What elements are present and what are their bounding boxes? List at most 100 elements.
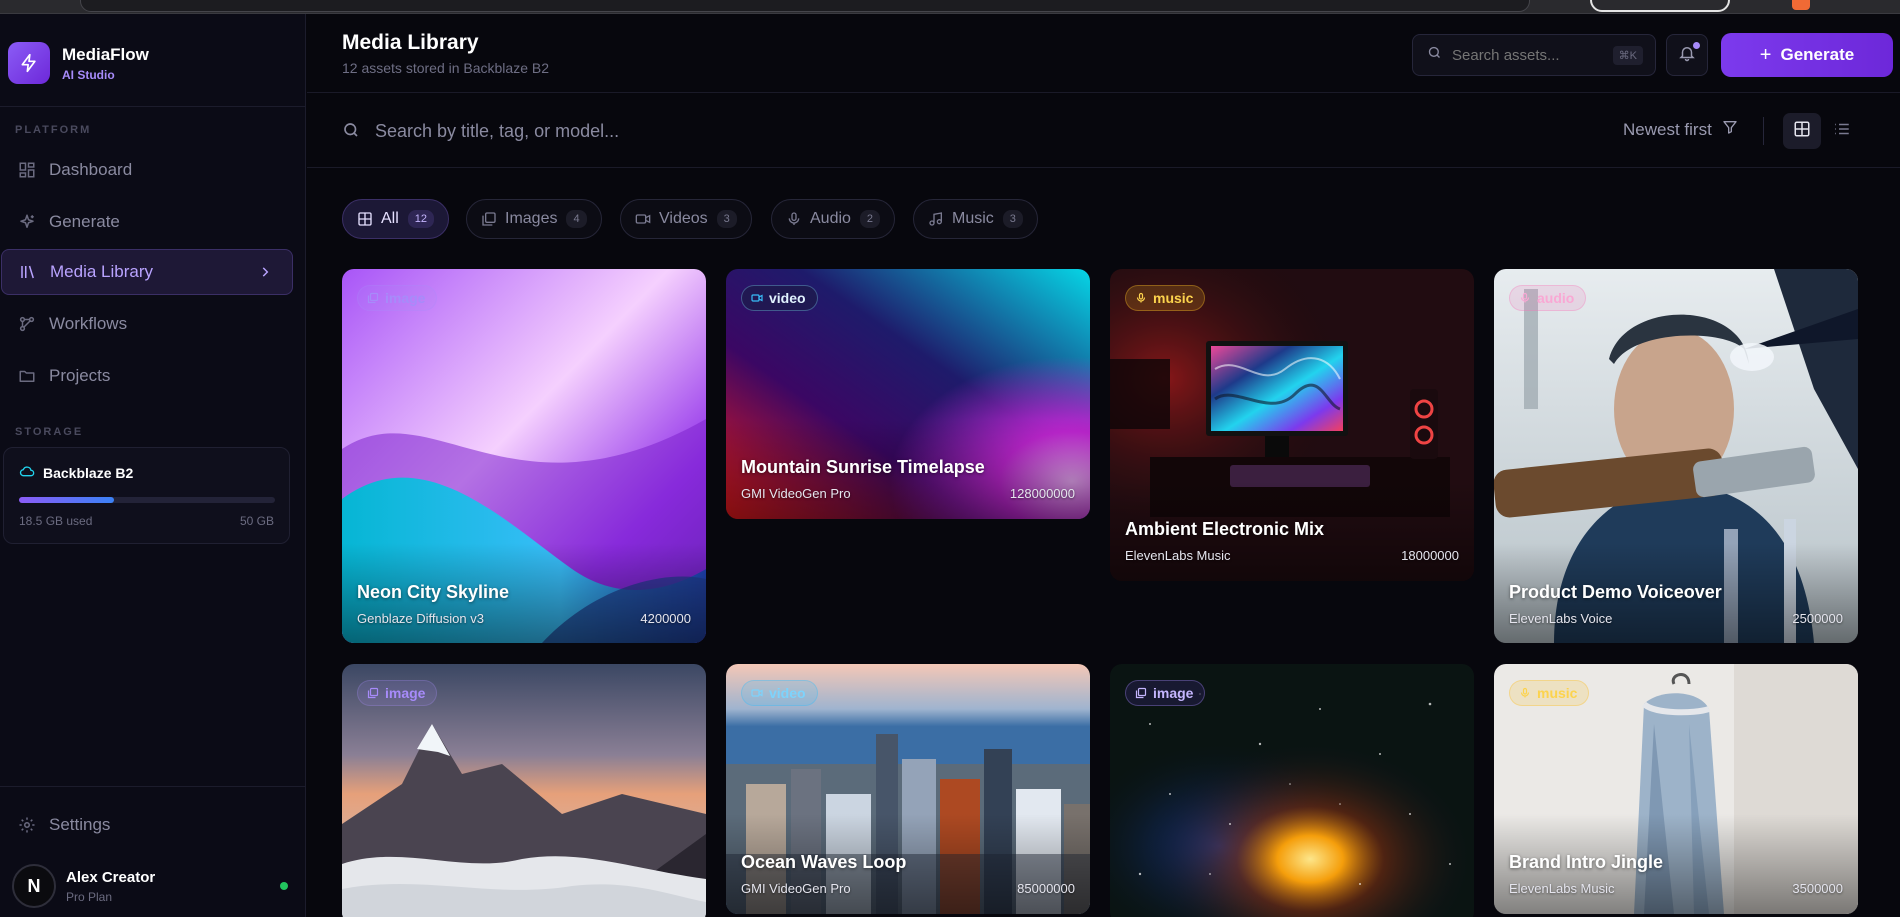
media-card[interactable]: video Mountain Sunrise Timelapse GMI Vid… <box>726 269 1090 519</box>
browser-extension-icon[interactable] <box>1792 0 1810 10</box>
generate-label: Generate <box>1780 45 1855 64</box>
sidebar-item-label: Dashboard <box>49 160 133 179</box>
images-icon <box>1135 687 1147 699</box>
type-badge-label: music <box>1153 290 1194 306</box>
notification-dot <box>1693 42 1700 49</box>
sidebar-item-settings[interactable]: Settings <box>1 802 293 848</box>
sidebar-item-projects[interactable]: Projects <box>1 353 293 399</box>
music-note-icon <box>928 211 944 227</box>
dashboard-icon <box>17 160 37 180</box>
shortcut-hint: ⌘K <box>1612 46 1643 65</box>
storage-total: 50 GB <box>239 514 274 528</box>
sidebar-item-label: Settings <box>49 815 111 834</box>
cloud-icon <box>19 464 35 481</box>
card-title: Product Demo Voiceover <box>1509 582 1722 602</box>
microphone-icon <box>1135 292 1147 304</box>
filter-music[interactable]: Music 3 <box>913 199 1038 239</box>
storage-card[interactable]: Backblaze B2 18.5 GB used 50 GB <box>3 447 290 544</box>
media-card[interactable]: image <box>1110 664 1474 917</box>
media-card[interactable]: audio Product Demo Voiceover ElevenLabs … <box>1494 269 1858 643</box>
notifications-button[interactable] <box>1666 34 1708 76</box>
microphone-icon <box>1519 687 1531 699</box>
search-icon <box>1427 45 1442 65</box>
grid-icon <box>357 211 373 227</box>
chevron-right-icon <box>258 264 272 284</box>
type-badge-label: image <box>385 685 426 701</box>
type-badge-label: video <box>769 290 806 306</box>
card-size: 2500000 <box>1792 611 1843 626</box>
card-model: Genblaze Diffusion v3 <box>357 611 484 626</box>
library-toolbar: Newest first <box>307 93 1900 168</box>
type-badge: image <box>357 680 438 706</box>
type-badge: video <box>741 285 818 311</box>
sort-dropdown[interactable]: Newest first <box>1623 119 1738 140</box>
filter-images[interactable]: Images 4 <box>466 199 602 239</box>
type-badge-label: music <box>1537 685 1578 701</box>
type-badge: music <box>1125 285 1206 311</box>
card-size: 3500000 <box>1792 881 1843 896</box>
card-model: ElevenLabs Voice <box>1509 611 1613 626</box>
avatar: N <box>12 864 56 908</box>
online-status-dot <box>280 882 288 890</box>
list-view-button[interactable] <box>1823 113 1861 149</box>
user-name: Alex Creator <box>66 868 156 886</box>
sidebar-item-label: Workflows <box>49 314 128 333</box>
workflow-icon <box>17 314 37 334</box>
user-profile[interactable]: N Alex Creator Pro Plan <box>12 864 288 908</box>
filter-videos[interactable]: Videos 3 <box>620 199 752 239</box>
brand-subtitle: AI Studio <box>62 67 115 82</box>
gear-icon <box>17 815 37 835</box>
filter-all[interactable]: All 12 <box>342 199 450 239</box>
bolt-icon <box>8 42 50 84</box>
list-icon <box>1833 120 1851 143</box>
page-header: Media Library 12 assets stored in Backbl… <box>307 14 1900 93</box>
sidebar-item-workflows[interactable]: Workflows <box>1 301 293 347</box>
header-search-input[interactable] <box>1452 46 1602 64</box>
sidebar-item-generate[interactable]: Generate <box>1 199 293 245</box>
type-badge: music <box>1509 680 1590 706</box>
header-search[interactable]: ⌘K <box>1412 34 1656 76</box>
divider <box>0 106 306 107</box>
microphone-icon <box>786 211 802 227</box>
card-model: ElevenLabs Music <box>1125 548 1231 563</box>
grid-view-button[interactable] <box>1783 113 1821 149</box>
sidebar-item-media-library[interactable]: Media Library <box>1 249 293 295</box>
sidebar-item-dashboard[interactable]: Dashboard <box>1 147 293 193</box>
brand[interactable]: MediaFlow AI Studio <box>8 42 149 84</box>
filter-label: Images <box>505 210 558 227</box>
divider <box>1763 117 1764 145</box>
filter-audio[interactable]: Audio 2 <box>771 199 896 239</box>
type-badge: image <box>357 285 438 311</box>
media-card[interactable]: image <box>342 664 706 917</box>
generate-button[interactable]: + Generate <box>1721 33 1893 77</box>
filter-label: Videos <box>659 210 708 227</box>
type-badge: audio <box>1509 285 1587 311</box>
grid-icon <box>1793 120 1811 143</box>
card-title: Brand Intro Jingle <box>1509 852 1664 872</box>
user-plan: Pro Plan <box>66 889 113 904</box>
images-icon <box>481 211 497 227</box>
type-badge-label: audio <box>1537 290 1575 306</box>
library-search-input[interactable] <box>375 113 1275 149</box>
media-card[interactable]: music Ambient Electronic Mix ElevenLabs … <box>1110 269 1474 581</box>
filter-count: 3 <box>716 210 737 228</box>
media-card[interactable]: video Ocean Waves Loop GMI VideoGen Pro … <box>726 664 1090 914</box>
video-icon <box>751 687 763 699</box>
browser-url-bar[interactable] <box>80 0 1530 12</box>
filter-count: 3 <box>1002 210 1023 228</box>
page-title: Media Library <box>342 31 479 54</box>
media-card[interactable]: image Neon City Skyline Genblaze Diffusi… <box>342 269 706 643</box>
card-size: 85000000 <box>1017 881 1075 896</box>
filter-icon <box>1722 119 1738 140</box>
media-card[interactable]: music Brand Intro Jingle ElevenLabs Musi… <box>1494 664 1858 914</box>
browser-profile-pill[interactable] <box>1590 0 1730 12</box>
filter-count: 12 <box>407 210 435 228</box>
card-title: Neon City Skyline <box>357 582 510 602</box>
section-label-storage: STORAGE <box>15 426 84 438</box>
type-badge: video <box>741 680 818 706</box>
card-size: 128000000 <box>1009 486 1075 501</box>
card-model: GMI VideoGen Pro <box>741 486 851 501</box>
divider <box>0 786 306 787</box>
card-title: Ambient Electronic Mix <box>1125 519 1325 539</box>
card-size: 18000000 <box>1401 548 1459 563</box>
